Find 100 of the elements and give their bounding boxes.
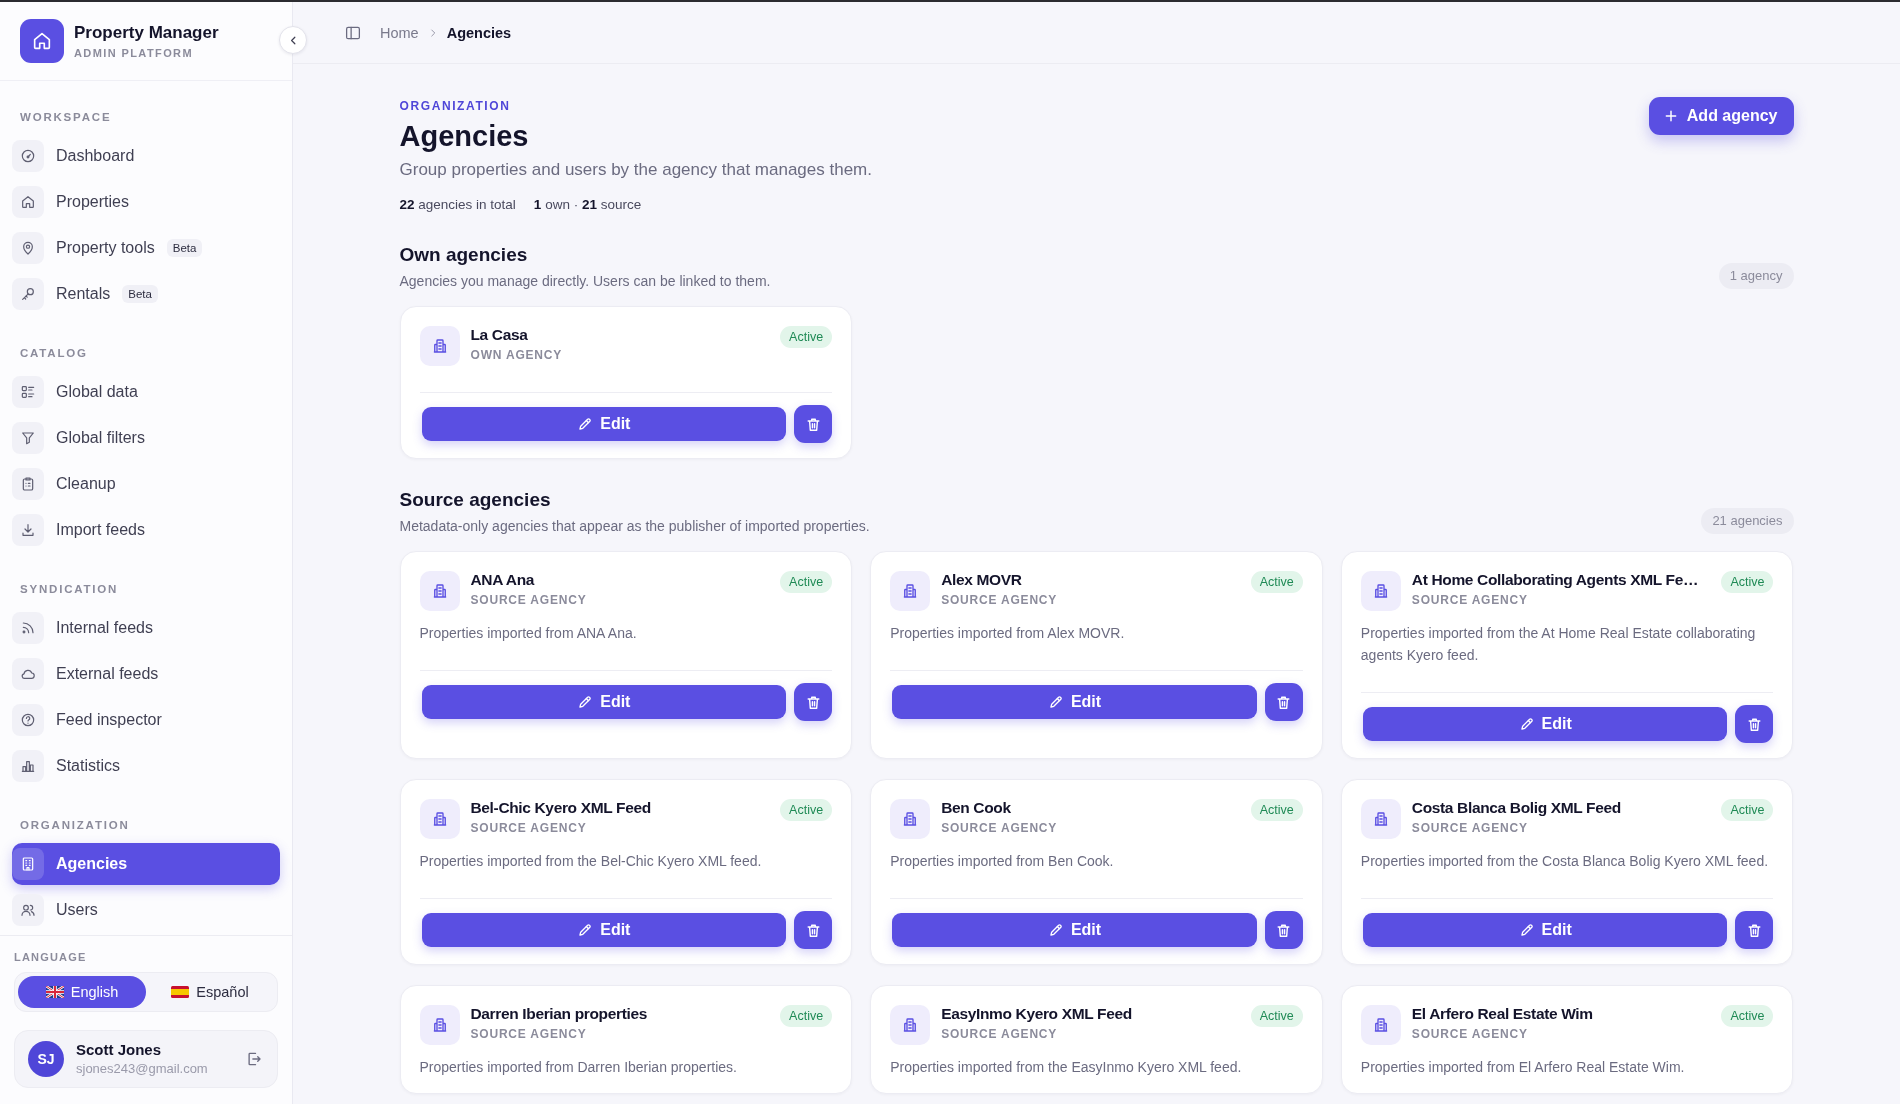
clipboard-icon (12, 468, 44, 500)
user-avatar: SJ (28, 1041, 64, 1077)
agency-name: ANA Ana (470, 570, 536, 590)
trash-icon (1746, 715, 1763, 733)
nav-item[interactable]: Internal feeds (12, 607, 280, 649)
building-icon (419, 326, 460, 366)
status-badge: Active (1250, 1005, 1303, 1027)
nav-item[interactable]: Agencies (12, 843, 280, 885)
status-badge: Active (1721, 799, 1774, 821)
house-icon (12, 186, 44, 218)
nav-item[interactable]: Properties (12, 181, 280, 223)
pencil-icon (1047, 694, 1064, 710)
nav-section-label: CATALOG (19, 346, 89, 361)
agency-description: Properties imported from the At Home Real Estate collaborating agents Kyero feed. (1360, 624, 1757, 665)
nav-item[interactable]: External feeds (12, 653, 280, 695)
language-option[interactable]: Español (146, 976, 274, 1008)
agency-type: SOURCE AGENCY (1411, 592, 1529, 608)
agency-type: SOURCE AGENCY (941, 592, 1059, 608)
section-title: Own agencies (399, 243, 529, 267)
agency-description: Properties imported from Ben Cook. (890, 852, 1115, 871)
agency-description: Properties imported from El Arfero Real Estate Wim. (1360, 1058, 1686, 1077)
nav-section-label: WORKSPACE (19, 110, 113, 125)
stat-text: 1 own · 21 source (533, 196, 642, 214)
agency-type: SOURCE AGENCY (941, 1026, 1059, 1042)
nav-item[interactable]: Users (12, 889, 280, 931)
pencil-icon (577, 922, 594, 938)
delete-button[interactable] (794, 405, 833, 443)
nav-item[interactable]: Import feeds (12, 509, 280, 551)
breadcrumb-link[interactable]: Home (380, 24, 419, 41)
house-icon (20, 19, 64, 63)
key-icon (12, 278, 44, 310)
edit-button[interactable]: Edit (892, 685, 1257, 719)
nav-item[interactable]: Property tools Beta (12, 227, 280, 269)
nav-item[interactable]: Rentals Beta (12, 273, 280, 315)
status-badge: Active (780, 326, 833, 348)
status-badge: Active (780, 571, 833, 593)
edit-button[interactable]: Edit (421, 685, 787, 719)
beta-badge: Beta (166, 239, 203, 257)
pencil-icon (1518, 922, 1535, 938)
agency-description: Properties imported from Darren Iberian properties. (419, 1058, 738, 1077)
count-badge: 21 agencies (1701, 508, 1794, 534)
download-icon (12, 514, 44, 546)
edit-button[interactable]: Edit (1362, 707, 1728, 741)
delete-button[interactable] (1735, 911, 1774, 949)
breadcrumb-current: Agencies (446, 24, 512, 41)
building-icon (890, 799, 931, 839)
delete-button[interactable] (1735, 705, 1774, 743)
flag-icon (171, 986, 190, 998)
add-agency-button[interactable]: Add agency (1648, 97, 1794, 135)
agency-type: SOURCE AGENCY (470, 820, 588, 836)
section-title: Source agencies (399, 488, 552, 512)
stat-text: 22 agencies in total (399, 196, 516, 214)
page-subtitle: Group properties and users by the agency that manages them. (399, 159, 872, 181)
status-badge: Active (1250, 571, 1303, 593)
pencil-icon (1518, 716, 1535, 732)
edit-button[interactable]: Edit (892, 913, 1257, 947)
agency-name: Alex MOVR (941, 570, 1023, 590)
brand-subtitle: ADMIN PLATFORM (74, 45, 194, 60)
language-label: LANGUAGE (14, 950, 88, 964)
nav-item[interactable]: Dashboard (12, 135, 280, 177)
list-icon (12, 376, 44, 408)
cloud-icon (12, 658, 44, 690)
agency-description: Properties imported from the Costa Blanca Bolig Kyero XML feed. (1360, 852, 1770, 871)
page-title: Agencies (399, 119, 530, 154)
agency-description: Properties imported from Alex MOVR. (890, 624, 1126, 643)
pencil-icon (1047, 922, 1064, 938)
gauge-icon (12, 140, 44, 172)
map-pin-icon (12, 232, 44, 264)
nav-item[interactable]: Cleanup (12, 463, 280, 505)
building-icon (890, 571, 931, 611)
nav-item[interactable]: Feed inspector (12, 699, 280, 741)
nav-item[interactable]: Global filters (12, 417, 280, 459)
agency-type: OWN AGENCY (470, 347, 564, 363)
flag-icon (45, 986, 64, 998)
language-option[interactable]: English (18, 976, 146, 1008)
delete-button[interactable] (1264, 911, 1303, 949)
page-eyebrow: ORGANIZATION (399, 98, 512, 114)
delete-button[interactable] (794, 683, 833, 721)
edit-button[interactable]: Edit (1362, 913, 1728, 947)
delete-button[interactable] (794, 911, 833, 949)
agency-type: SOURCE AGENCY (470, 592, 588, 608)
count-badge: 1 agency (1718, 263, 1794, 289)
building-icon (419, 571, 460, 611)
agency-name: El Arfero Real Estate Wim (1411, 1004, 1594, 1024)
trash-icon (1746, 921, 1763, 939)
user-name: Scott Jones (76, 1041, 163, 1059)
agency-name: Bel-Chic Kyero XML Feed (470, 798, 652, 818)
nav-item[interactable]: Global data (12, 371, 280, 413)
bar-chart-icon (12, 750, 44, 782)
nav-item[interactable]: Statistics (12, 745, 280, 787)
nav-section-label: SYNDICATION (19, 582, 120, 597)
logout-icon[interactable] (245, 1050, 263, 1068)
edit-button[interactable]: Edit (421, 407, 787, 441)
pencil-icon (577, 416, 594, 432)
edit-button[interactable]: Edit (421, 913, 787, 947)
brand-title: Property Manager (74, 22, 219, 43)
beta-badge: Beta (122, 285, 158, 303)
agency-name: Costa Blanca Bolig XML Feed (1411, 798, 1622, 818)
agency-name: EasyInmo Kyero XML Feed (941, 1004, 1133, 1024)
delete-button[interactable] (1264, 683, 1303, 721)
